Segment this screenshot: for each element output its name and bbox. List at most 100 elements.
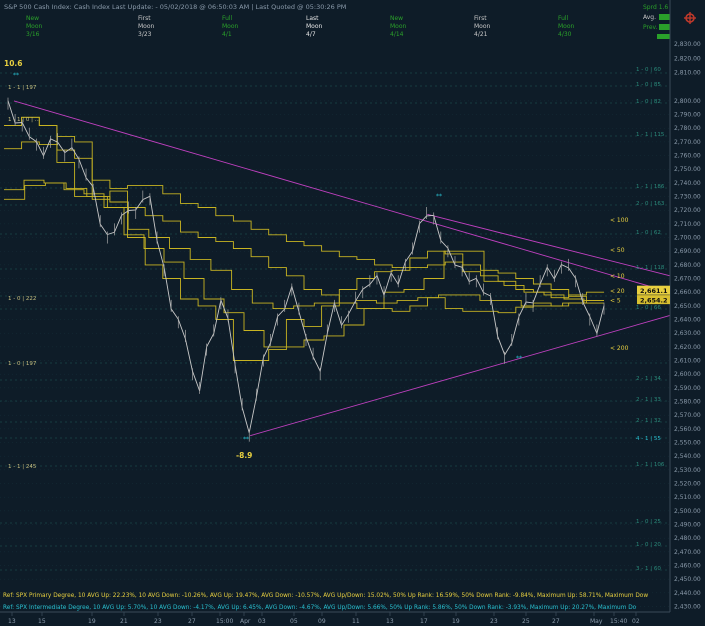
prev-swatch <box>659 24 670 30</box>
moon-phase: First <box>138 15 151 22</box>
y-tick-label: 2,580.00 <box>674 399 701 406</box>
moon-phase: Last <box>306 15 319 22</box>
price-tags: 2,661.1 2,654.2 <box>637 285 670 305</box>
y-tick-label: 2,490.00 <box>674 522 701 529</box>
low-marker: ** <box>243 436 249 443</box>
y-tick-label: 2,630.00 <box>674 330 701 337</box>
fib-right-label: 1 - 0 | 66 <box>636 305 661 311</box>
right-low-marker: ** <box>516 355 522 362</box>
moon-phase: New <box>26 15 39 22</box>
avg-swatch <box>659 14 670 20</box>
x-tick-label: 13 <box>8 618 16 625</box>
y-tick-label: 2,830.00 <box>674 41 701 48</box>
x-tick-label: 13 <box>386 618 394 625</box>
price-tag-label: 2,654.2 <box>640 297 668 305</box>
y-tick-label: 2,680.00 <box>674 262 701 269</box>
moon-date: 4/7 <box>306 31 316 38</box>
y-tick-label: 2,540.00 <box>674 453 701 460</box>
y-tick-label: 2,750.00 <box>674 166 701 173</box>
y-tick-label: 2,590.00 <box>674 385 701 392</box>
x-tick-label: 11 <box>352 618 360 625</box>
ma-level-label: < 50 <box>610 247 625 254</box>
fib-left-label: 1 - 0 | 197 <box>8 361 37 367</box>
fib-right-label: 1 - 0 | 60 <box>636 67 661 73</box>
fib-right-label: 1 - 0 | 85 <box>636 82 661 88</box>
x-tick-label: 19 <box>88 618 96 625</box>
fib-right-label: 1 - 0 | 25 <box>636 519 661 525</box>
chart-window: 2,800.00 2,790.00 2,780.00 2,770.00 2,760.00… <box>0 0 705 626</box>
x-tick-label: 05 <box>290 618 298 625</box>
y-tick-label: 2,770.00 <box>674 139 701 146</box>
high-value-label: 10.6 <box>4 59 23 68</box>
y-tick-label: 2,720.00 <box>674 207 701 214</box>
x-tick-label: 09 <box>318 618 326 625</box>
y-tick-label: 2,710.00 <box>674 221 701 228</box>
y-tick-label: 2,700.00 <box>674 235 701 242</box>
y-tick-label: 2,810.00 <box>674 70 701 77</box>
fib-right-label: 2 - 1 | 33 <box>636 397 661 403</box>
y-tick-label: 2,760.00 <box>674 153 701 160</box>
y-tick-label: 2,740.00 <box>674 180 701 187</box>
x-tick-label: 19 <box>452 618 460 625</box>
y-tick-label: 2,530.00 <box>674 467 701 474</box>
footer-intermediate: Ref: SPX Intermediate Degree, 10 AVG Up:… <box>3 605 637 611</box>
moon-phase: Full <box>558 15 569 22</box>
x-tick-label: Apr <box>240 618 251 625</box>
x-tick-label: 25 <box>522 618 530 625</box>
high-marker: ** <box>13 72 19 79</box>
y-tick-label: 2,780.00 <box>674 125 701 132</box>
fib-right-label: 1 - 0 | 62 <box>636 230 661 236</box>
y-tick-label: 2,730.00 <box>674 194 701 201</box>
mid-marker: ** <box>436 193 442 200</box>
fib-left-label: 1 - 1 | 0 | ... <box>8 117 40 123</box>
x-tick-label: 03 <box>258 618 266 625</box>
price-chart[interactable]: 2,800.00 2,790.00 2,780.00 2,770.00 2,760.00… <box>0 0 705 626</box>
fib-right-label: 1 - 0 | 20 <box>636 542 661 548</box>
moon-word: Moon <box>222 23 239 30</box>
y-tick-label: 2,640.00 <box>674 317 701 324</box>
x-tick-label: 27 <box>188 618 196 625</box>
moon-word: Moon <box>138 23 155 30</box>
y-tick-label: 2,560.00 <box>674 426 701 433</box>
y-tick-label: 2,620.00 <box>674 344 701 351</box>
x-tick-label: 17 <box>420 618 428 625</box>
fib-right-label: 1 - 1 | 106 <box>636 462 665 468</box>
prev-label: Prev. <box>643 24 658 31</box>
x-tick-label: 23 <box>490 618 498 625</box>
y-tick-label: 2,480.00 <box>674 535 701 542</box>
ma-level-label: < 10 <box>610 273 625 280</box>
moon-date: 4/30 <box>558 31 572 38</box>
y-tick-label: 2,510.00 <box>674 494 701 501</box>
moon-word: Moon <box>26 23 43 30</box>
ma-level-label: < 100 <box>610 217 629 224</box>
fib-left-label: 1 - 1 | 197 <box>8 85 37 91</box>
y-tick-label: 2,470.00 <box>674 549 701 556</box>
fib-right-label: 1 - 0 | 82 <box>636 99 661 105</box>
moon-date: 4/1 <box>222 31 232 38</box>
ma-level-label: < 200 <box>610 345 629 352</box>
moon-phase: Full <box>222 15 233 22</box>
avg-label: Avg. <box>643 14 656 21</box>
y-tick-label: 2,430.00 <box>674 604 701 611</box>
y-tick-label: 2,790.00 <box>674 112 701 119</box>
y-tick-label: 2,650.00 <box>674 303 701 310</box>
moon-phase: New <box>390 15 403 22</box>
moon-date: 3/16 <box>26 31 40 38</box>
x-tick-label: 21 <box>120 618 128 625</box>
moon-phase: First <box>474 15 487 22</box>
y-tick-label: 2,440.00 <box>674 590 701 597</box>
x-tick-label: 02 <box>632 618 640 625</box>
moon-word: Moon <box>558 23 575 30</box>
x-tick-label: 27 <box>552 618 560 625</box>
moon-word: Moon <box>306 23 323 30</box>
y-tick-label: 2,500.00 <box>674 508 701 515</box>
fib-right-label: 2 - 1 | 32 <box>636 418 661 424</box>
y-tick-label: 2,520.00 <box>674 481 701 488</box>
x-tick-label: 23 <box>154 618 162 625</box>
x-tick-label: 15 <box>38 618 46 625</box>
spread-label: Sprd 1.6 <box>643 4 668 11</box>
fib-right-label: 1 - 1 | 186 <box>636 184 665 190</box>
fib-right-label: 1 - 1 | 115 <box>636 132 665 138</box>
moon-word: Moon <box>390 23 407 30</box>
y-tick-label: 2,600.00 <box>674 371 701 378</box>
